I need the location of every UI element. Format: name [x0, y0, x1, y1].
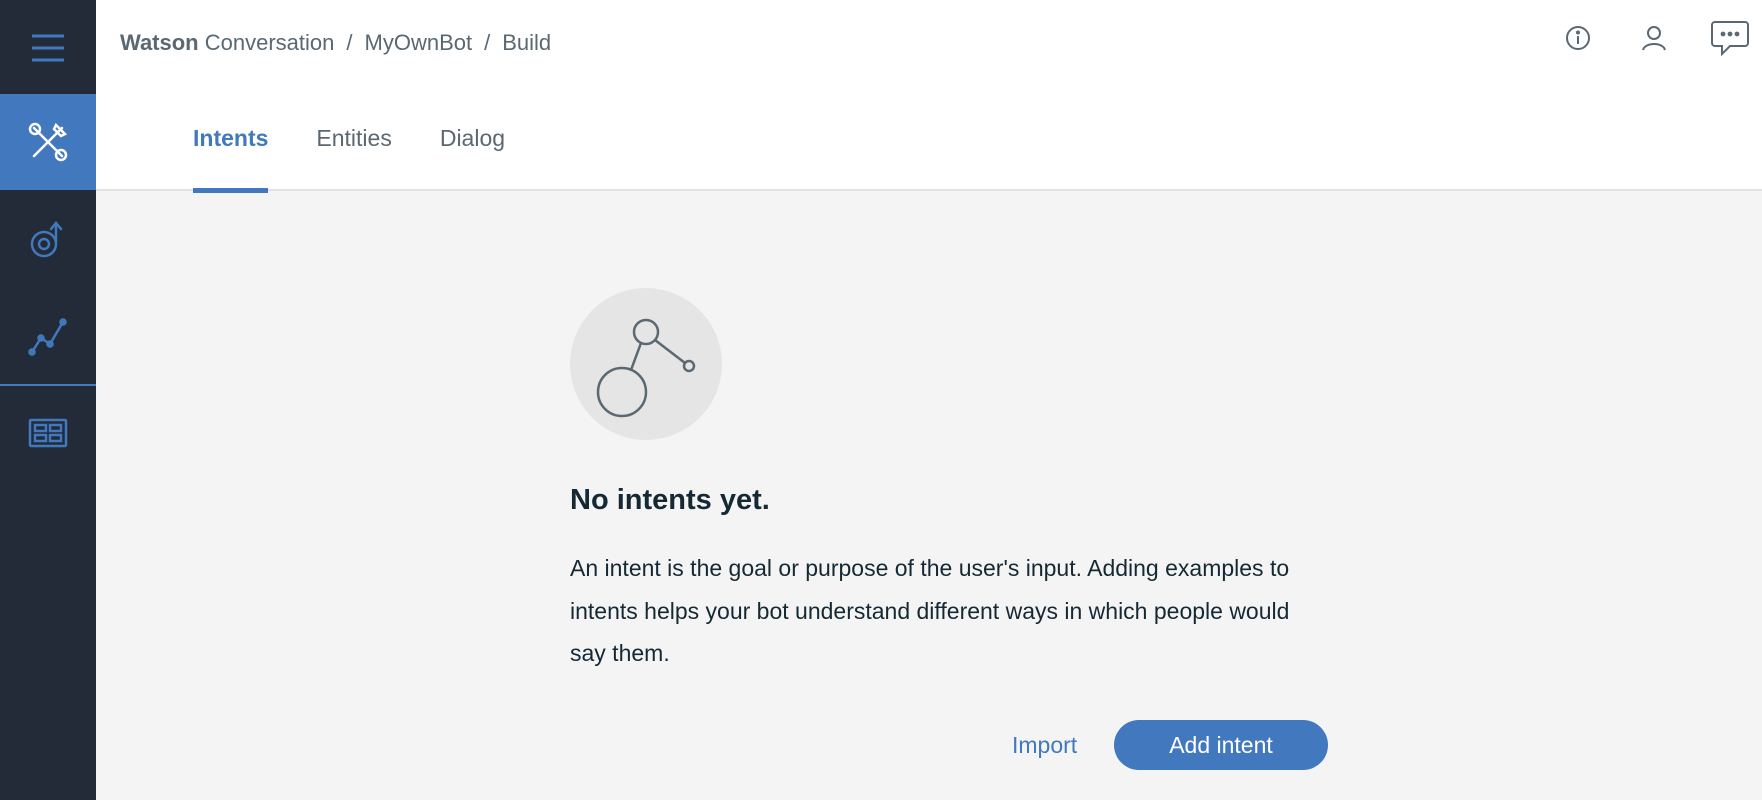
tab-bar: Intents Entities Dialog	[193, 125, 553, 193]
sidebar	[0, 0, 96, 800]
breadcrumb-workspace[interactable]: MyOwnBot	[365, 30, 473, 56]
empty-state-actions: Import Add intent	[570, 720, 1330, 770]
breadcrumb-separator: /	[484, 30, 491, 55]
empty-state-description: An intent is the goal or purpose of the …	[570, 555, 1290, 666]
sidebar-item-analytics[interactable]	[0, 288, 96, 384]
app-header: Watson Conversation / MyOwnBot / Build I…	[96, 0, 1762, 193]
brand-bold: Watson	[120, 30, 199, 55]
import-link[interactable]: Import	[1012, 732, 1077, 759]
add-intent-button[interactable]: Add intent	[1114, 720, 1328, 770]
breadcrumb-section: Build	[502, 30, 552, 55]
hamburger-menu-icon	[28, 30, 68, 66]
user-icon	[1639, 23, 1669, 58]
sidebar-item-build[interactable]	[0, 94, 96, 190]
sidebar-item-improve[interactable]	[0, 192, 96, 288]
breadcrumb: Watson Conversation / MyOwnBot / Build	[120, 30, 551, 56]
user-button[interactable]	[1632, 18, 1676, 62]
tab-entities[interactable]: Entities	[316, 125, 391, 191]
improve-icon	[26, 218, 70, 262]
header-actions	[1524, 18, 1752, 62]
intents-illustration	[570, 288, 722, 440]
analytics-icon	[26, 314, 70, 358]
breadcrumb-brand[interactable]: Watson Conversation	[120, 30, 334, 56]
feedback-button[interactable]	[1708, 18, 1752, 62]
chat-feedback-icon	[1710, 19, 1750, 62]
workspaces-icon	[26, 412, 70, 456]
build-tools-icon	[26, 120, 70, 164]
brand-rest: Conversation	[204, 30, 335, 55]
tab-intents[interactable]: Intents	[193, 125, 269, 193]
info-button[interactable]	[1556, 18, 1600, 62]
menu-button[interactable]	[0, 0, 96, 96]
breadcrumb-separator: /	[346, 30, 353, 55]
tab-dialog[interactable]: Dialog	[440, 125, 505, 191]
empty-state: No intents yet. An intent is the goal or…	[570, 288, 1330, 770]
sidebar-item-workspaces[interactable]	[0, 386, 96, 482]
empty-state-title: No intents yet.	[570, 484, 770, 516]
info-icon	[1564, 24, 1592, 57]
